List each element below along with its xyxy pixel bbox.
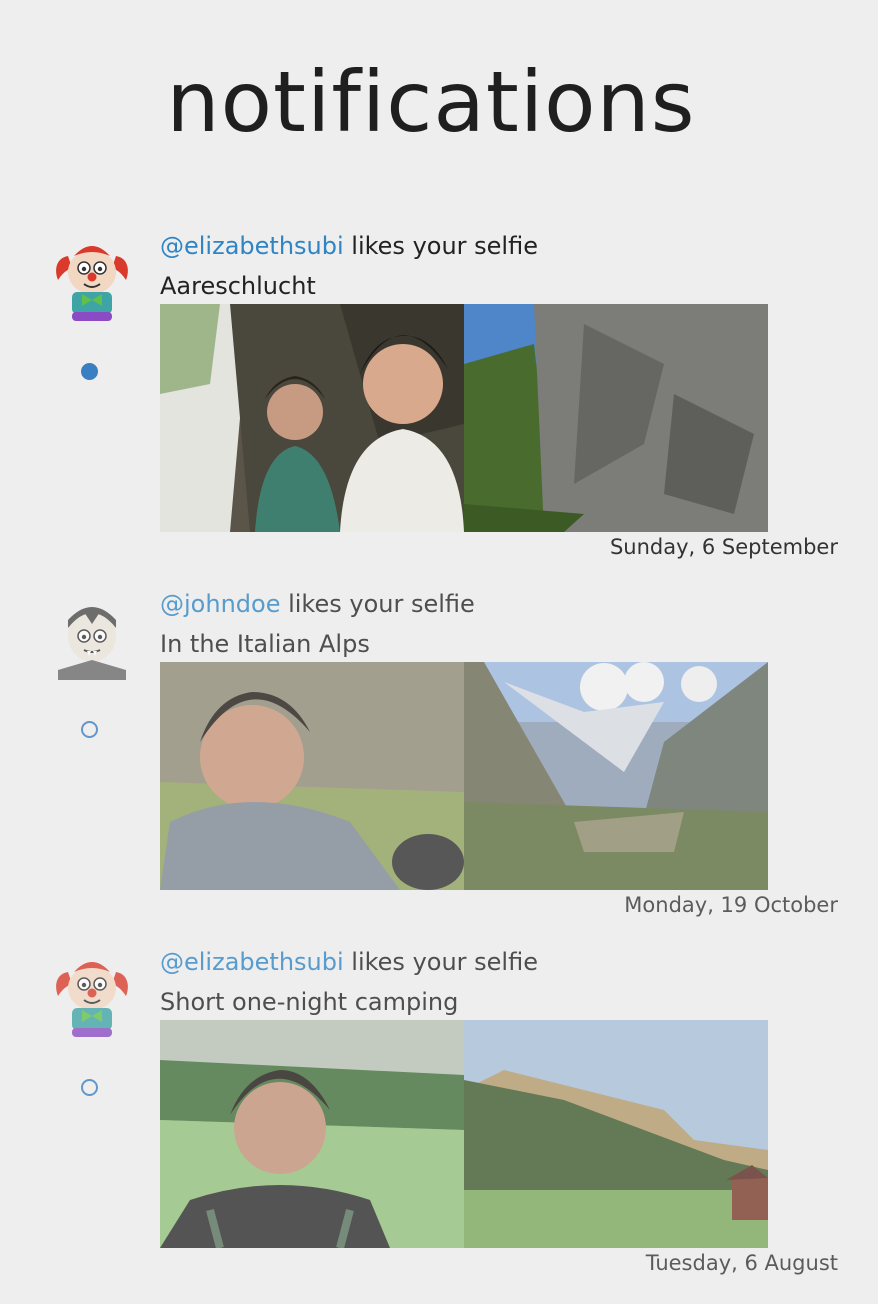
post-caption: In the Italian Alps (160, 630, 370, 658)
selfie-in-meadow-photo[interactable] (160, 1020, 464, 1248)
post-caption: Aareschlucht (160, 272, 316, 300)
read-indicator[interactable] (81, 1079, 98, 1096)
clown-avatar-icon[interactable] (54, 956, 130, 1040)
notification-item[interactable]: @johndoe likes your selfie In the Italia… (0, 588, 878, 928)
notification-item[interactable]: @elizabethsubi likes your selfie Aaresch… (0, 230, 878, 570)
notification-text: @elizabethsubi likes your selfie (160, 230, 538, 262)
clown-avatar-icon[interactable] (54, 240, 130, 324)
unread-indicator[interactable] (81, 363, 98, 380)
rock-wall-photo[interactable] (464, 304, 768, 532)
photo-strip (160, 1020, 768, 1248)
read-indicator[interactable] (81, 721, 98, 738)
notification-text: @johndoe likes your selfie (160, 588, 475, 620)
notification-item[interactable]: @elizabethsubi likes your selfie Short o… (0, 946, 878, 1286)
action-text: likes your selfie (343, 232, 538, 260)
notification-date: Monday, 19 October (624, 893, 838, 917)
action-text: likes your selfie (280, 590, 475, 618)
photo-strip (160, 662, 768, 890)
page-title: notifications (166, 53, 696, 151)
username-link[interactable]: @elizabethsubi (160, 232, 344, 260)
alpine-valley-photo[interactable] (464, 662, 768, 890)
selfie-in-valley-photo[interactable] (160, 662, 464, 890)
selfie-in-gorge-photo[interactable] (160, 304, 464, 532)
mountain-meadow-photo[interactable] (464, 1020, 768, 1248)
post-caption: Short one-night camping (160, 988, 459, 1016)
notification-text: @elizabethsubi likes your selfie (160, 946, 538, 978)
notification-date: Sunday, 6 September (609, 535, 838, 559)
username-link[interactable]: @elizabethsubi (160, 948, 344, 976)
photo-strip (160, 304, 768, 532)
vampire-avatar-icon[interactable] (54, 598, 130, 682)
notification-date: Tuesday, 6 August (645, 1251, 838, 1275)
action-text: likes your selfie (343, 948, 538, 976)
username-link[interactable]: @johndoe (160, 590, 280, 618)
